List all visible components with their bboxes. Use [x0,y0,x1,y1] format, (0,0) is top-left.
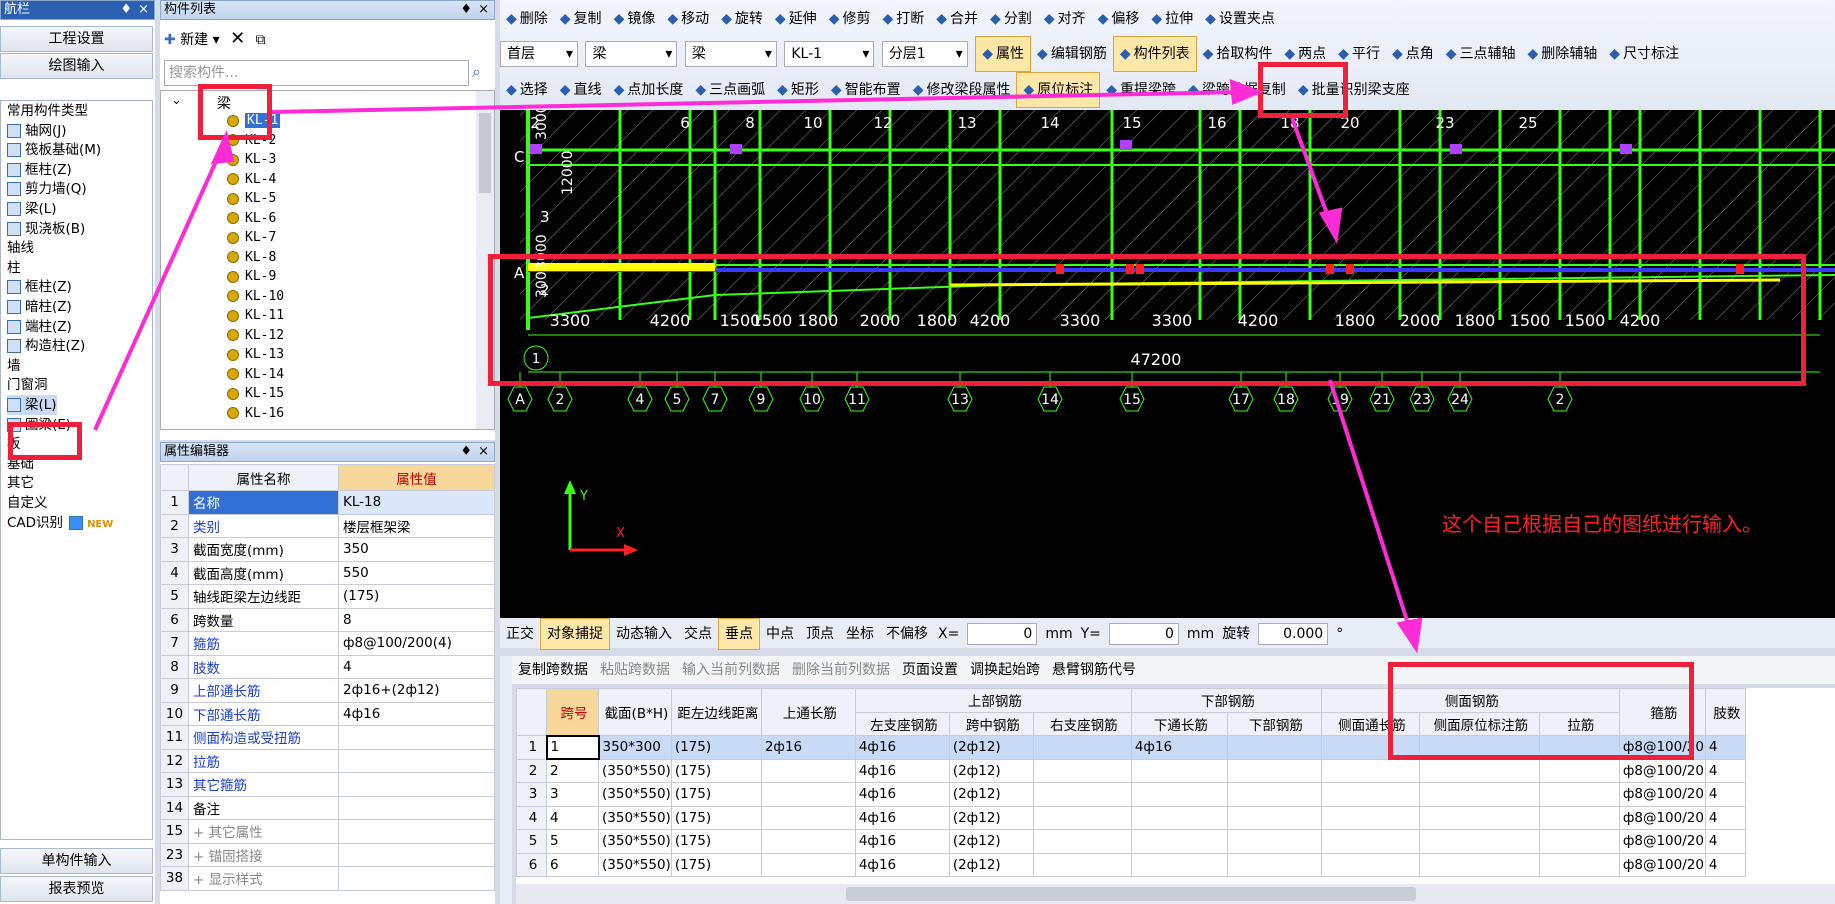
instruction-note: 这个自己根据自己的图纸进行输入。 [1442,512,1762,536]
annotation-arrows [93,78,1423,654]
